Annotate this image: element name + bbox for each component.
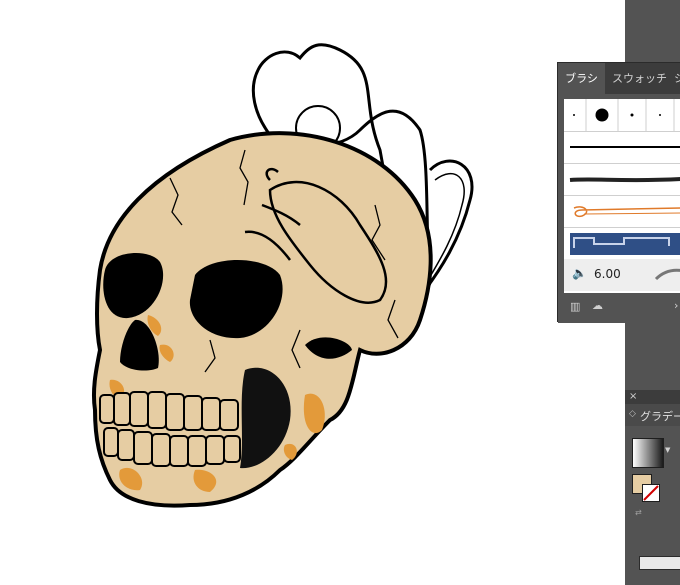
gradient-panel-topbar: × <box>625 390 680 404</box>
tab-brush[interactable]: ブラシ <box>558 63 605 94</box>
brush-panel: ブラシ スウォッチ シ 🔈 6.00 ▥ ☁ › <box>557 62 680 323</box>
cloud-icon[interactable]: ☁ <box>592 299 603 312</box>
brush-panel-tabbar: ブラシ スウォッチ シ <box>558 63 680 94</box>
gradient-slider-track[interactable] <box>639 556 680 570</box>
skull-illustration <box>91 43 474 508</box>
dot-brushes[interactable] <box>564 99 680 131</box>
artboard-canvas[interactable] <box>0 0 625 585</box>
gradient-panel: × ◇ グラデー ▼ ⇄ <box>625 390 680 585</box>
speaker-icon: 🔈 <box>572 266 587 280</box>
stroke-swatch <box>642 484 660 502</box>
pattern-border-brush[interactable] <box>564 228 680 260</box>
stroke-weight-value: 6.00 <box>594 267 621 281</box>
gradient-panel-header: ◇ グラデー <box>625 404 680 426</box>
gradient-dropdown-icon[interactable]: ▼ <box>665 446 670 454</box>
gradient-panel-title: グラデー <box>640 410 680 423</box>
tab-swatch[interactable]: スウォッチ <box>612 63 670 94</box>
brush-dot-4 <box>659 114 661 116</box>
collapse-toggle-icon[interactable]: ◇ <box>629 409 636 419</box>
charcoal-brush[interactable] <box>564 164 680 196</box>
stroke-weight-readout[interactable]: 🔈 6.00 <box>564 259 680 291</box>
brush-dot-2 <box>595 108 609 122</box>
calligraphic-brush-row <box>564 99 680 132</box>
close-icon[interactable]: × <box>629 390 637 404</box>
orange-arrow-brush[interactable] <box>564 196 680 228</box>
brush-panel-footer: ▥ ☁ › <box>558 293 680 323</box>
brush-dot-3 <box>630 113 634 117</box>
brush-dot-1 <box>573 114 575 116</box>
reverse-gradient-icon[interactable]: ⇄ <box>635 508 642 517</box>
stroke-preview <box>654 268 680 281</box>
fill-stroke-icon[interactable] <box>632 474 662 504</box>
basic-stroke-brush[interactable] <box>564 132 680 164</box>
arrow-right-icon[interactable]: › <box>674 299 678 312</box>
tab-symbol[interactable]: シ <box>674 63 680 94</box>
gradient-swatch-icon[interactable] <box>632 438 664 468</box>
library-icon[interactable]: ▥ <box>570 300 580 313</box>
